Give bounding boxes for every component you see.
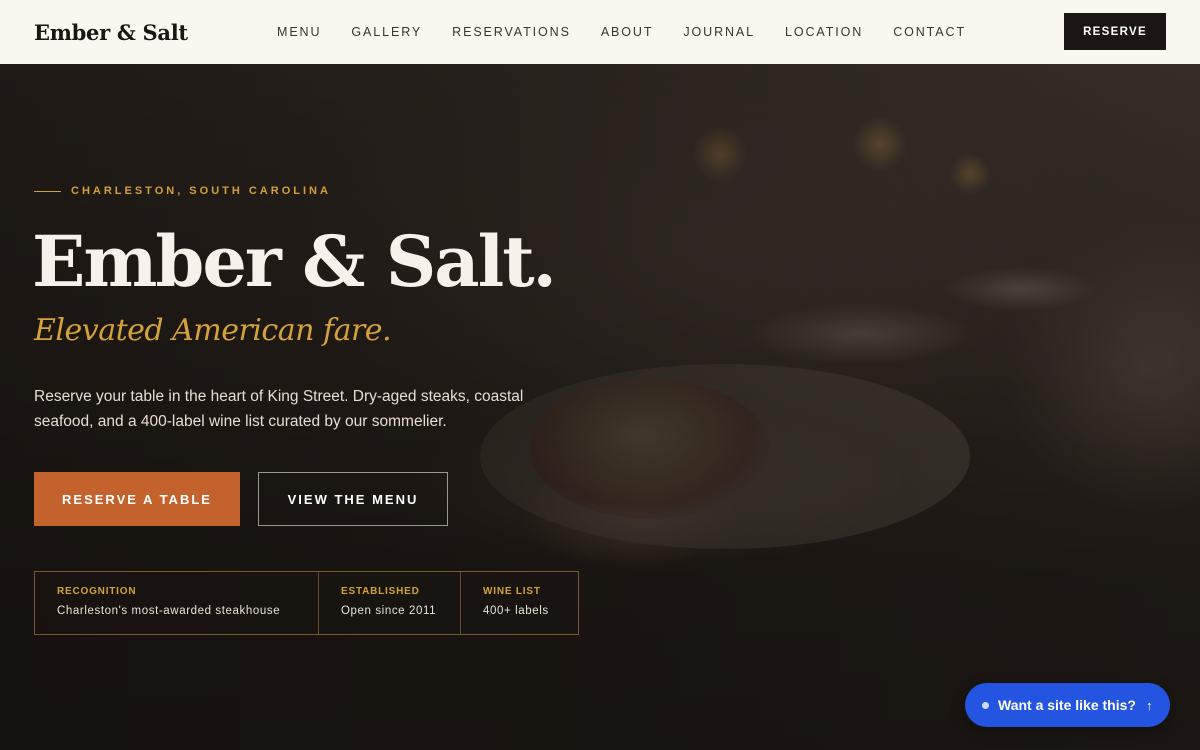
nav-location[interactable]: LOCATION: [785, 25, 863, 39]
site-header: Ember & Salt MENU GALLERY RESERVATIONS A…: [0, 0, 1200, 64]
hero-subtitle: Elevated American fare.: [34, 313, 392, 348]
nav-contact[interactable]: CONTACT: [893, 25, 966, 39]
want-site-button[interactable]: Want a site like this? ↑: [965, 683, 1170, 727]
nav-about[interactable]: ABOUT: [601, 25, 654, 39]
stat-label: WINE LIST: [483, 586, 541, 597]
stat-value: 400+ labels: [483, 605, 549, 617]
stat-label: ESTABLISHED: [341, 586, 420, 597]
stat-value: Charleston's most-awarded steakhouse: [57, 605, 281, 617]
arrow-up-icon: ↑: [1145, 697, 1153, 713]
logo[interactable]: Ember & Salt: [34, 20, 188, 45]
hero-description: Reserve your table in the heart of King …: [34, 388, 524, 430]
stat-value: Open since 2011: [341, 605, 437, 617]
nav-gallery[interactable]: GALLERY: [351, 25, 422, 39]
hero-eyebrow: CHARLESTON, SOUTH CAROLINA: [34, 185, 331, 197]
stat-label: RECOGNITION: [57, 586, 137, 597]
want-site-label: Want a site like this?: [998, 697, 1136, 713]
view-menu-button[interactable]: VIEW THE MENU: [258, 472, 448, 526]
nav-menu[interactable]: MENU: [277, 25, 321, 39]
stats-bar: RECOGNITION Charleston's most-awarded st…: [34, 571, 579, 635]
reserve-button[interactable]: RESERVE: [1064, 13, 1166, 50]
stat-recognition: RECOGNITION Charleston's most-awarded st…: [35, 572, 319, 634]
nav-journal[interactable]: JOURNAL: [683, 25, 755, 39]
main-nav: MENU GALLERY RESERVATIONS ABOUT JOURNAL …: [277, 0, 996, 64]
reserve-table-button[interactable]: RESERVE A TABLE: [34, 472, 240, 526]
eyebrow-text: CHARLESTON, SOUTH CAROLINA: [71, 185, 331, 197]
eyebrow-rule: [34, 190, 61, 192]
stat-wine-list: WINE LIST 400+ labels: [461, 572, 578, 634]
dot-icon: [982, 701, 989, 709]
stat-established: ESTABLISHED Open since 2011: [319, 572, 461, 634]
hero-title: Ember & Salt.: [32, 220, 557, 303]
nav-reservations[interactable]: RESERVATIONS: [452, 25, 571, 39]
